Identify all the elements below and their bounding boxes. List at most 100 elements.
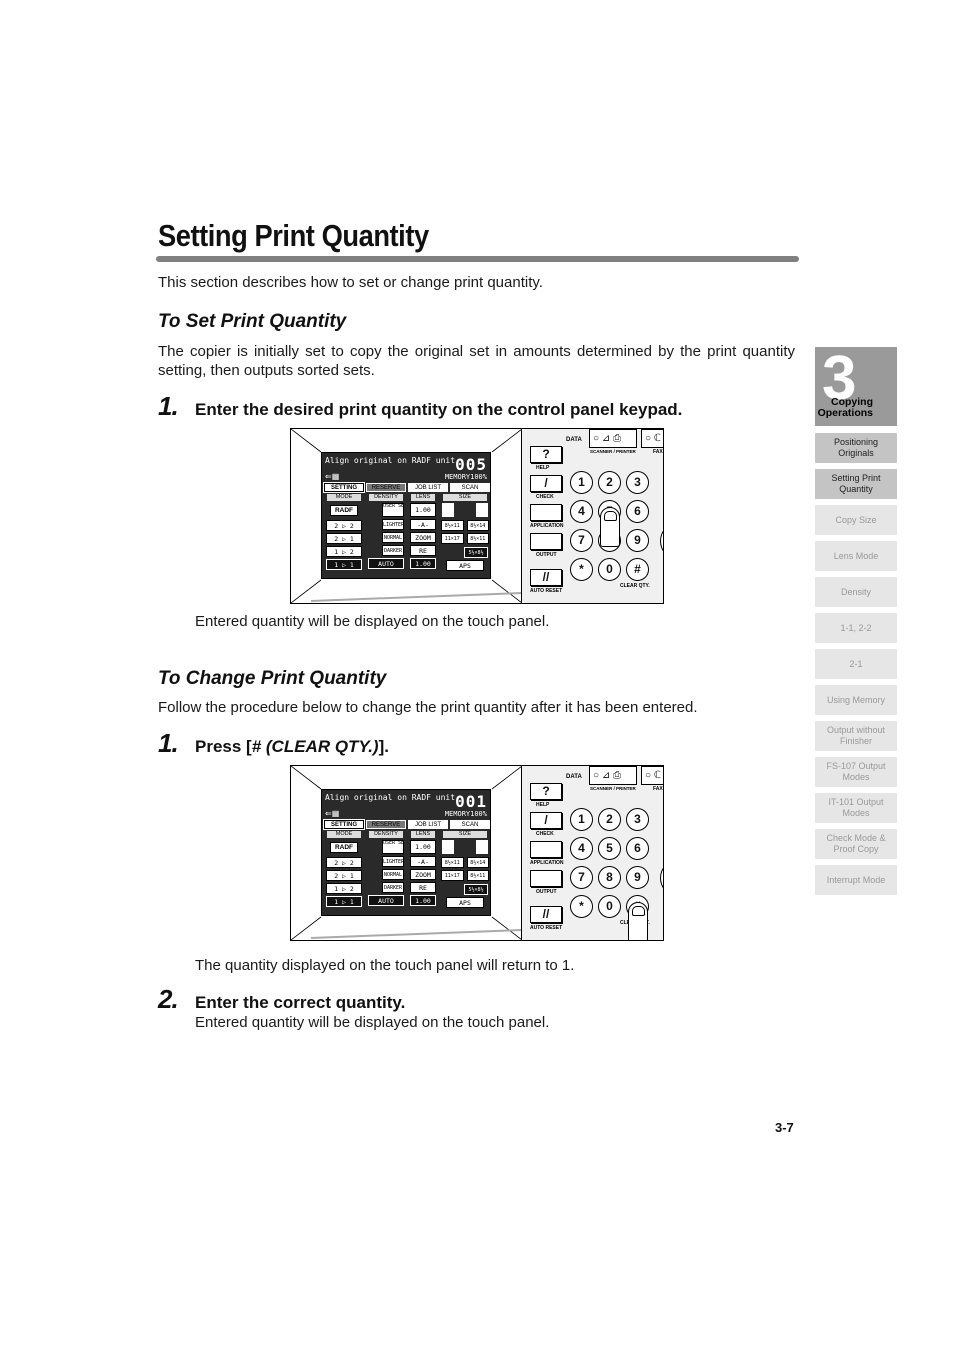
chapter-tab[interactable]: 3 Copying Operations xyxy=(815,344,897,426)
mode-button[interactable]: 1 ▷ 2 xyxy=(326,546,362,557)
side-nav-item[interactable]: Setting Print Quantity xyxy=(815,469,897,499)
help-button[interactable]: ? xyxy=(530,446,562,463)
mode-button[interactable]: 1 ▷ 2 xyxy=(326,883,362,894)
panel-tab[interactable]: SCAN xyxy=(450,820,490,829)
keypad-key[interactable]: 9 xyxy=(626,529,649,552)
size-button[interactable]: 11×17 xyxy=(441,870,464,881)
panel-tab[interactable]: JOB LIST xyxy=(408,820,448,829)
density-button[interactable]: LIGHTER xyxy=(382,519,404,530)
aps-button[interactable]: APS xyxy=(446,897,484,908)
keypad-key[interactable]: 6 xyxy=(626,837,649,860)
side-nav-item[interactable]: Interrupt Mode xyxy=(815,865,897,895)
density-auto-button[interactable]: AUTO xyxy=(368,895,404,906)
size-button[interactable]: 8½×11 xyxy=(441,857,464,868)
lens-button[interactable]: 1.00 xyxy=(410,503,436,517)
scanner-printer-button[interactable]: ○ ⊿ ⎙ xyxy=(589,766,637,785)
size-button[interactable]: 8½×11 xyxy=(441,520,464,531)
size-button[interactable]: 11×17 xyxy=(441,533,464,544)
mode-button[interactable]: 2 ▷ 2 xyxy=(326,520,362,531)
panel-tab[interactable]: RESERVE xyxy=(366,483,406,492)
keypad-key[interactable]: 3 xyxy=(626,808,649,831)
panel-tab[interactable]: SETTING xyxy=(323,819,365,830)
lens-button[interactable]: ZOOM xyxy=(410,532,436,543)
start-button-edge[interactable] xyxy=(660,861,663,895)
side-nav-item[interactable]: Using Memory xyxy=(815,685,897,715)
side-nav-item[interactable]: Check Mode & Proof Copy xyxy=(815,829,897,859)
keypad-key[interactable]: 2 xyxy=(598,808,621,831)
scanner-printer-button[interactable]: ○ ⊿ ⎙ xyxy=(589,429,637,448)
auto-reset-button[interactable]: // xyxy=(530,906,562,923)
density-button[interactable]: DARKER xyxy=(382,545,404,556)
lens-button[interactable]: -A- xyxy=(410,519,436,530)
side-nav-item[interactable]: Lens Mode xyxy=(815,541,897,571)
side-nav-item[interactable]: 2-1 xyxy=(815,649,897,679)
density-button[interactable]: LIGHTER xyxy=(382,856,404,867)
mode-button[interactable]: 1 ▷ 1 xyxy=(326,896,362,907)
lens-button[interactable]: 1.00 xyxy=(410,840,436,854)
keypad-key[interactable]: 9 xyxy=(626,866,649,889)
check-button[interactable]: / xyxy=(530,475,562,492)
side-nav-item[interactable]: IT-101 Output Modes xyxy=(815,793,897,823)
side-nav-item[interactable]: Positioning Originals xyxy=(815,433,897,463)
side-nav-item[interactable]: Output without Finisher xyxy=(815,721,897,751)
keypad-key[interactable]: 6 xyxy=(626,500,649,523)
lens-button[interactable]: 1.00 xyxy=(410,895,436,906)
keypad-key[interactable]: 4 xyxy=(570,837,593,860)
size-button[interactable]: 8½×11 xyxy=(466,533,489,544)
keypad-key[interactable]: 3 xyxy=(626,471,649,494)
auto-reset-button[interactable]: // xyxy=(530,569,562,586)
keypad-key[interactable]: 0 xyxy=(598,558,621,581)
size-button[interactable]: 8½×11 xyxy=(466,870,489,881)
keypad-key[interactable]: 7 xyxy=(570,866,593,889)
output-button[interactable] xyxy=(530,533,562,550)
keypad-key[interactable]: * xyxy=(570,895,593,918)
size-button[interactable]: 8½×14 xyxy=(466,520,489,531)
lens-button[interactable]: -A- xyxy=(410,856,436,867)
fax-button[interactable]: ○ ℂ xyxy=(641,429,663,448)
keypad-key[interactable]: 0 xyxy=(598,895,621,918)
side-nav-item[interactable]: Copy Size xyxy=(815,505,897,535)
keypad-key[interactable]: 2 xyxy=(598,471,621,494)
density-button[interactable]: NORMAL xyxy=(382,869,404,880)
keypad-key[interactable]: 1 xyxy=(570,808,593,831)
check-button[interactable]: / xyxy=(530,812,562,829)
output-button[interactable] xyxy=(530,870,562,887)
density-auto-button[interactable]: AUTO xyxy=(368,558,404,569)
size-button[interactable]: 5½×8½ xyxy=(464,547,488,558)
mode-button[interactable]: 2 ▷ 1 xyxy=(326,870,362,881)
mode-button[interactable]: 1 ▷ 1 xyxy=(326,559,362,570)
density-button[interactable]: USER SET xyxy=(382,503,404,517)
mode-button[interactable]: RADF xyxy=(330,842,358,853)
help-button[interactable]: ? xyxy=(530,783,562,800)
start-button-edge[interactable] xyxy=(660,524,663,558)
keypad-key[interactable]: 7 xyxy=(570,529,593,552)
keypad-key[interactable]: 8 xyxy=(598,866,621,889)
side-nav-item[interactable]: FS-107 Output Modes xyxy=(815,757,897,787)
fax-button[interactable]: ○ ℂ xyxy=(641,766,663,785)
keypad-key[interactable]: 4 xyxy=(570,500,593,523)
application-button[interactable] xyxy=(530,841,562,858)
application-button[interactable] xyxy=(530,504,562,521)
density-button[interactable]: USER SET xyxy=(382,840,404,854)
density-button[interactable]: NORMAL xyxy=(382,532,404,543)
keypad-key[interactable]: * xyxy=(570,558,593,581)
mode-button[interactable]: RADF xyxy=(330,505,358,516)
lens-button[interactable]: RE xyxy=(410,545,436,556)
lens-button[interactable]: 1.00 xyxy=(410,558,436,569)
mode-button[interactable]: 2 ▷ 2 xyxy=(326,857,362,868)
mode-button[interactable]: 2 ▷ 1 xyxy=(326,533,362,544)
keypad-key[interactable]: 1 xyxy=(570,471,593,494)
density-button[interactable]: DARKER xyxy=(382,882,404,893)
panel-tab[interactable]: RESERVE xyxy=(366,820,406,829)
panel-tab[interactable]: SCAN xyxy=(450,483,490,492)
keypad-key[interactable]: # xyxy=(626,558,649,581)
panel-tab[interactable]: JOB LIST xyxy=(408,483,448,492)
lens-button[interactable]: RE xyxy=(410,882,436,893)
aps-button[interactable]: APS xyxy=(446,560,484,571)
panel-tab[interactable]: SETTING xyxy=(323,482,365,493)
size-button[interactable]: 8½×14 xyxy=(466,857,489,868)
side-nav-item[interactable]: 1-1, 2-2 xyxy=(815,613,897,643)
keypad-key[interactable]: 5 xyxy=(598,837,621,860)
size-button[interactable]: 5½×8½ xyxy=(464,884,488,895)
lens-button[interactable]: ZOOM xyxy=(410,869,436,880)
